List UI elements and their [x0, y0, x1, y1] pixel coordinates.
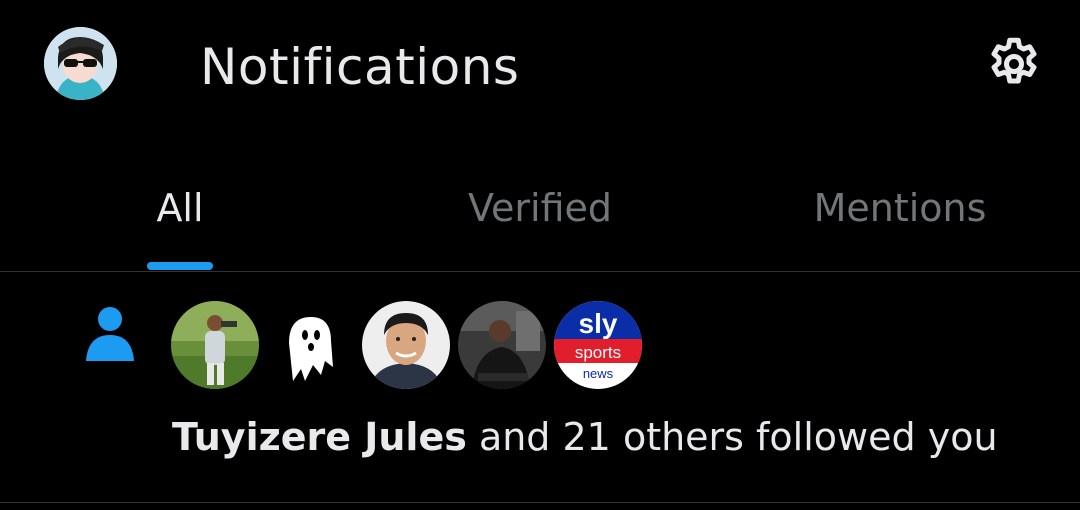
actor-name[interactable]: Tuyizere Jules: [172, 415, 467, 459]
follower-avatar-4[interactable]: [458, 301, 546, 389]
svg-text:news: news: [583, 366, 614, 381]
gear-icon: [991, 37, 1037, 84]
tab-verified-label: Verified: [467, 186, 613, 230]
settings-button[interactable]: [980, 30, 1048, 98]
svg-text:sly: sly: [579, 308, 618, 339]
tab-verified[interactable]: Verified: [360, 160, 720, 272]
avatar-cartoon-man: [362, 301, 450, 389]
item-divider: [0, 502, 1080, 503]
tab-all[interactable]: All: [0, 160, 360, 272]
follower-avatar-1[interactable]: [171, 301, 259, 389]
tab-bar: All Verified Mentions: [0, 160, 1080, 272]
follower-avatar-5[interactable]: sly sports news: [554, 301, 642, 389]
notification-message: and 21 others followed you: [478, 415, 998, 459]
tab-all-label: All: [156, 186, 204, 230]
avatar-photo-outdoor: [171, 301, 259, 389]
svg-text:sports: sports: [575, 343, 621, 362]
follower-avatar-2[interactable]: [267, 301, 355, 389]
person-icon: [86, 307, 134, 361]
notification-text: Tuyizere Jules and 21 others followed yo…: [172, 412, 998, 462]
notification-item[interactable]: [0, 272, 1080, 502]
ghost-icon: [267, 301, 355, 389]
page-title: Notifications: [200, 38, 520, 96]
profile-avatar[interactable]: [44, 27, 117, 100]
header: Notifications: [0, 0, 1080, 130]
tab-mentions[interactable]: Mentions: [720, 160, 1080, 272]
follower-avatar-3[interactable]: [362, 301, 450, 389]
tab-mentions-label: Mentions: [813, 186, 987, 230]
active-tab-indicator: [147, 262, 213, 270]
sky-sports-news-logo: sly sports news: [554, 301, 642, 389]
avatar-photo-seated: [458, 301, 546, 389]
